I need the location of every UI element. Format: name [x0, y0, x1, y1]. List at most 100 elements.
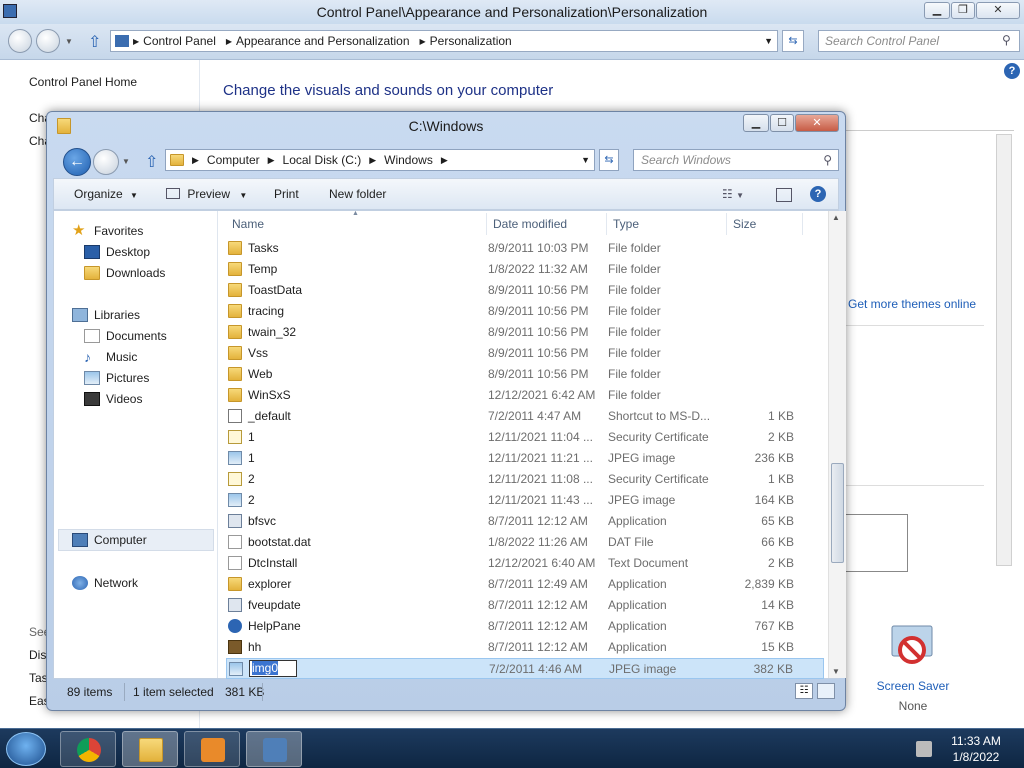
search-icon[interactable]: ⚲ [823, 153, 832, 167]
refresh-button[interactable]: ⇆ [599, 149, 619, 171]
file-row[interactable]: hh 8/7/2011 12:12 AM Application 15 KB [226, 637, 824, 658]
back-button[interactable]: ← [63, 148, 91, 176]
breadcrumb-separator-icon[interactable]: ▶ [133, 37, 139, 46]
theme-preview-box[interactable] [842, 514, 908, 572]
close-button[interactable]: ✕ [976, 2, 1020, 19]
search-input[interactable]: Search Windows ⚲ [633, 149, 839, 171]
forward-button[interactable] [36, 29, 60, 53]
taskbar-explorer-button[interactable] [122, 731, 178, 767]
themes-scrollbar[interactable] [996, 134, 1012, 566]
breadcrumb-separator-icon[interactable]: ▶ [420, 37, 426, 46]
nav-pictures[interactable]: Pictures [84, 368, 149, 388]
up-arrow-icon[interactable]: ⇧ [145, 152, 158, 172]
file-row[interactable]: bootstat.dat 1/8/2022 11:26 AM DAT File 66 … [226, 532, 824, 553]
address-bar[interactable]: ▶ Control Panel ▶ Appearance and Persona… [110, 30, 778, 52]
get-more-themes-link[interactable]: Get more themes online [848, 297, 976, 311]
address-bar[interactable]: ▶ Computer ▶ Local Disk (C:) ▶ Windows ▶… [165, 149, 595, 171]
scroll-down-arrow-icon[interactable]: ▼ [832, 667, 840, 676]
taskbar-control-panel-button[interactable] [246, 731, 302, 767]
scroll-up-arrow-icon[interactable]: ▲ [832, 213, 840, 222]
clock[interactable]: 11:33 AM 1/8/2022 [944, 733, 1008, 765]
file-row[interactable]: explorer 8/7/2011 12:49 AM Application 2,83… [226, 574, 824, 595]
print-button[interactable]: Print [274, 187, 299, 201]
vertical-scrollbar[interactable]: ▲ ▼ [828, 211, 846, 678]
nav-computer[interactable]: Computer [72, 530, 147, 550]
file-row[interactable]: DtcInstall 12/12/2021 6:40 AM Text Documen… [226, 553, 824, 574]
column-type[interactable]: Type [613, 217, 639, 231]
nav-desktop[interactable]: Desktop [84, 242, 150, 262]
file-row[interactable]: HelpPane 8/7/2011 12:12 AM Application 767 … [226, 616, 824, 637]
screen-saver-label[interactable]: Screen Saver [868, 679, 958, 693]
preview-pane-icon[interactable] [776, 188, 792, 202]
taskbar-chrome-button[interactable] [60, 731, 116, 767]
help-icon[interactable]: ? [1004, 63, 1020, 79]
recent-pages-dropdown-icon[interactable]: ▼ [65, 37, 73, 46]
start-button[interactable] [6, 732, 46, 766]
details-view-icon[interactable]: ☷ [795, 683, 813, 699]
file-row[interactable]: twain_32 8/9/2011 10:56 PM File folder [226, 322, 824, 343]
forward-button[interactable] [93, 149, 119, 175]
scrollbar-thumb[interactable] [831, 463, 844, 563]
up-arrow-icon[interactable]: ⇧ [88, 32, 101, 52]
back-button[interactable] [8, 29, 32, 53]
file-row[interactable]: 2 12/11/2021 11:08 ... Security Certificat… [226, 469, 824, 490]
column-divider[interactable] [486, 213, 487, 235]
file-row[interactable]: WinSxS 12/12/2021 6:42 AM File folder [226, 385, 824, 406]
refresh-button[interactable]: ⇆ [782, 30, 804, 52]
file-row[interactable]: 1 12/11/2021 11:21 ... JPEG image 236 KB [226, 448, 824, 469]
large-icons-view-icon[interactable] [817, 683, 835, 699]
nav-network[interactable]: Network [72, 573, 138, 593]
file-row[interactable]: bfsvc 8/7/2011 12:12 AM Application 65 KB [226, 511, 824, 532]
file-row[interactable]: Temp 1/8/2022 11:32 AM File folder [226, 259, 824, 280]
restore-button[interactable]: ❐ [951, 2, 975, 19]
breadcrumb-control-panel[interactable]: Control Panel [143, 34, 216, 48]
file-row[interactable]: Web 8/9/2011 10:56 PM File folder [226, 364, 824, 385]
search-input[interactable]: Search Control Panel [818, 30, 1020, 52]
nav-videos[interactable]: Videos [84, 389, 142, 409]
breadcrumb-separator-icon[interactable]: ▶ [441, 155, 448, 166]
file-row[interactable]: 2 12/11/2021 11:43 ... JPEG image 164 KB [226, 490, 824, 511]
nav-documents[interactable]: Documents [84, 326, 167, 346]
column-date-modified[interactable]: Date modified [493, 217, 567, 231]
breadcrumb-windows[interactable]: Windows [384, 153, 433, 167]
network-tray-icon[interactable] [916, 741, 932, 757]
preview-button[interactable]: Preview ▼ [166, 187, 247, 201]
recent-pages-dropdown-icon[interactable]: ▼ [122, 157, 130, 166]
column-name[interactable]: Name [232, 217, 264, 231]
file-row[interactable]: Vss 8/9/2011 10:56 PM File folder [226, 343, 824, 364]
breadcrumb-separator-icon[interactable]: ▶ [192, 155, 199, 166]
file-row[interactable]: 1 12/11/2021 11:04 ... Security Certificat… [226, 427, 824, 448]
file-row[interactable]: fveupdate 8/7/2011 12:12 AM Application 14 … [226, 595, 824, 616]
nav-downloads[interactable]: Downloads [84, 263, 165, 283]
nav-libraries[interactable]: Libraries [72, 305, 140, 325]
address-dropdown-icon[interactable]: ▼ [581, 155, 590, 165]
file-row[interactable]: Tasks 8/9/2011 10:03 PM File folder [226, 238, 824, 259]
breadcrumb-personalization[interactable]: Personalization [430, 34, 512, 48]
nav-music[interactable]: ♪ Music [84, 347, 137, 367]
column-divider[interactable] [802, 213, 803, 235]
breadcrumb-appearance[interactable]: Appearance and Personalization [236, 34, 409, 48]
address-dropdown-icon[interactable]: ▼ [764, 36, 773, 46]
minimize-button[interactable]: ▁ [743, 114, 769, 132]
close-button[interactable]: ✕ [795, 114, 839, 132]
rename-input[interactable]: img0 [249, 660, 298, 677]
organize-button[interactable]: Organize ▼ [74, 187, 138, 201]
column-divider[interactable] [606, 213, 607, 235]
breadcrumb-separator-icon[interactable]: ▶ [226, 37, 232, 46]
control-panel-home-link[interactable]: Control Panel Home [29, 75, 137, 89]
taskbar-media-player-button[interactable] [184, 731, 240, 767]
new-folder-button[interactable]: New folder [329, 187, 386, 201]
help-icon[interactable]: ? [810, 186, 826, 202]
column-divider[interactable] [726, 213, 727, 235]
left-link-fragment[interactable]: Tas [29, 671, 48, 685]
breadcrumb-separator-icon[interactable]: ▶ [268, 155, 275, 166]
breadcrumb-computer[interactable]: Computer [207, 153, 260, 167]
file-row[interactable]: img0 7/2/2011 4:46 AM JPEG image 382 KB [226, 658, 824, 679]
file-row[interactable]: ToastData 8/9/2011 10:56 PM File folder [226, 280, 824, 301]
file-row[interactable]: _default 7/2/2011 4:47 AM Shortcut to MS-D… [226, 406, 824, 427]
column-size[interactable]: Size [733, 217, 756, 231]
file-row[interactable]: tracing 8/9/2011 10:56 PM File folder [226, 301, 824, 322]
breadcrumb-local-disk[interactable]: Local Disk (C:) [283, 153, 362, 167]
screen-saver-icon[interactable] [886, 624, 938, 672]
breadcrumb-separator-icon[interactable]: ▶ [369, 155, 376, 166]
